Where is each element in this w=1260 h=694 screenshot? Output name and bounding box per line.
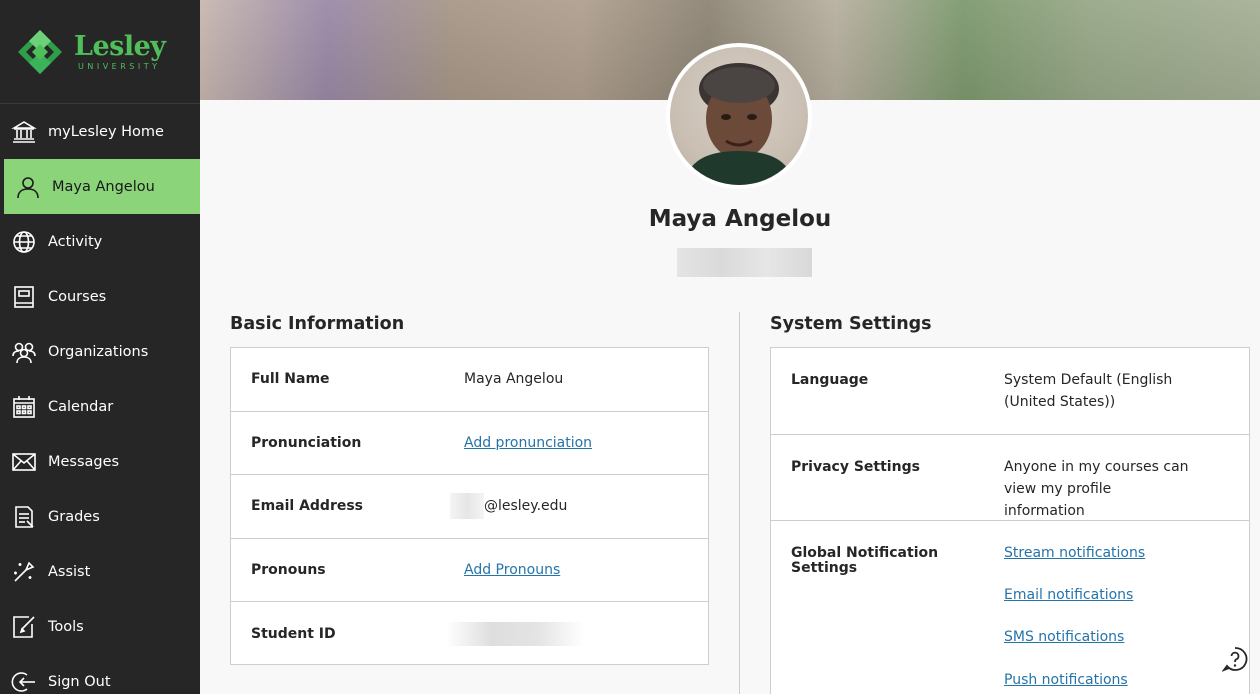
pronunciation-label: Pronunciation [251,434,362,451]
brand-name: Lesley [74,30,166,62]
nav-label: Messages [48,453,120,470]
language-label: Language [791,372,869,388]
nav-label: Organizations [48,343,149,360]
full-name-row: Full Name Maya Angelou [231,348,708,412]
email-value: @lesley.edu [484,498,568,515]
help-question-icon [1221,647,1248,673]
tools-icon [10,613,38,641]
brand-subtitle: UNIVERSITY [78,61,161,71]
student-id-row: Student ID [231,602,708,666]
lesley-logo[interactable]: Lesley UNIVERSITY [0,0,200,104]
nav-item-grades[interactable]: Grades [0,489,200,544]
lesley-diamond-icon [18,29,62,74]
envelope-icon [10,448,38,476]
nav-label: Activity [48,233,103,250]
system-settings-card: Language System Default (English (United… [770,347,1250,694]
nav-item-sign-out[interactable]: Sign Out [0,654,200,694]
nav-item-activity[interactable]: Activity [0,214,200,269]
profile-avatar[interactable] [666,43,812,189]
globe-icon [10,228,38,256]
nav-label: Maya Angelou [52,178,155,195]
redacted-student-id [446,621,584,646]
pronouns-label: Pronouns [251,561,326,578]
notifications-row: Global Notification Settings Stream noti… [771,521,1249,694]
book-icon [10,283,38,311]
email-notifications-link[interactable]: Email notifications [1004,584,1145,606]
nav-item-calendar[interactable]: Calendar [0,379,200,434]
avatar-photo [670,47,808,185]
sms-notifications-link[interactable]: SMS notifications [1004,626,1145,648]
system-settings-title: System Settings [770,314,932,334]
privacy-row: Privacy Settings Anyone in my courses ca… [771,435,1249,521]
redacted-username [677,248,812,277]
nav-label: Calendar [48,398,114,415]
nav-item-profile[interactable]: Maya Angelou [4,159,200,214]
nav-item-courses[interactable]: Courses [0,269,200,324]
full-name-value: Maya Angelou [464,371,564,388]
nav-label: Courses [48,288,107,305]
notifications-label: Global Notification Settings [791,545,939,576]
main-nav: myLesley Home Maya Angelou Activity Cour… [0,104,200,694]
pronunciation-row: Pronunciation Add pronunciation [231,412,708,475]
nav-label: Tools [48,618,84,635]
assist-icon [10,558,38,586]
nav-item-assist[interactable]: Assist [0,544,200,599]
full-name-label: Full Name [251,371,330,388]
nav-label: myLesley Home [48,123,164,140]
stream-notifications-link[interactable]: Stream notifications [1004,542,1145,564]
privacy-label: Privacy Settings [791,459,920,475]
notification-links: Stream notifications Email notifications… [1004,542,1145,694]
add-pronunciation-link[interactable]: Add pronunciation [464,435,592,451]
nav-label: Sign Out [48,673,111,690]
basic-information-card: Full Name Maya Angelou Pronunciation Add… [230,347,709,665]
help-button[interactable] [1221,646,1248,673]
nav-label: Grades [48,508,100,525]
basic-information-title: Basic Information [230,314,405,334]
institution-icon [10,118,38,146]
nav-item-organizations[interactable]: Organizations [0,324,200,379]
user-icon [14,173,42,201]
profile-name: Maya Angelou [648,206,832,232]
redacted-email-user [450,493,484,520]
sign-out-icon [10,668,38,694]
pronouns-row: Pronouns Add Pronouns [231,539,708,602]
sidebar: Lesley UNIVERSITY myLesley Home Maya Ang… [0,0,200,694]
language-row: Language System Default (English (United… [771,348,1249,435]
calendar-icon [10,393,38,421]
portrait-image [684,63,794,185]
email-label: Email Address [251,498,364,515]
email-row: Email Address @lesley.edu [231,475,708,539]
privacy-value: Anyone in my courses can view my profile… [1004,459,1189,519]
push-notifications-link[interactable]: Push notifications [1004,669,1145,691]
email-value-wrapper: @lesley.edu [450,493,568,520]
language-value: System Default (English (United States)) [1004,372,1173,410]
nav-item-tools[interactable]: Tools [0,599,200,654]
column-divider [739,312,740,694]
grades-icon [10,503,38,531]
add-pronouns-link[interactable]: Add Pronouns [464,562,560,578]
nav-label: Assist [48,563,91,580]
student-id-label: Student ID [251,625,336,642]
nav-item-messages[interactable]: Messages [0,434,200,489]
group-icon [10,338,38,366]
nav-item-mylesley-home[interactable]: myLesley Home [0,104,200,159]
